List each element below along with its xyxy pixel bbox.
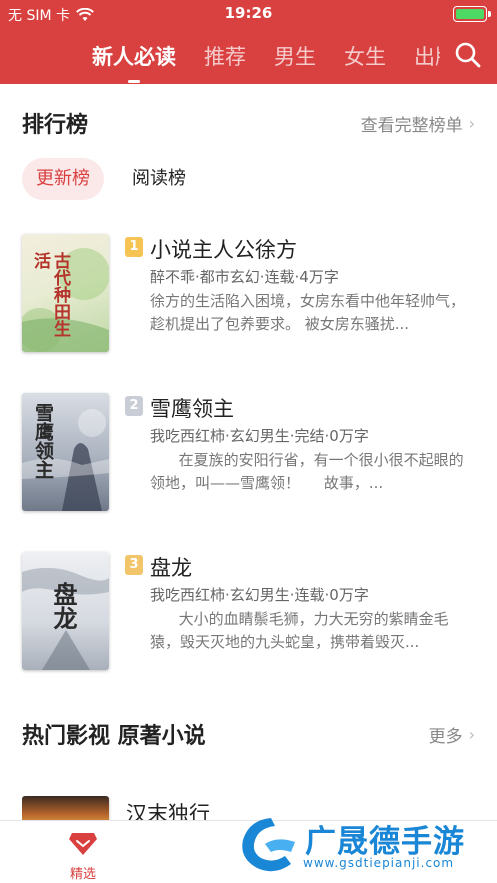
chevron-right-icon: ›: [468, 724, 475, 744]
category-tabs: 新人必读 推荐 男生 女生 出版: [92, 28, 440, 84]
film-more-link[interactable]: 更多 ›: [429, 722, 475, 747]
view-full-ranking-label: 查看完整榜单: [360, 115, 463, 136]
cover-title: 雪鹰领主: [32, 403, 54, 479]
rank-badge: 3: [125, 555, 143, 575]
film-header: 热门影视 原著小说 更多 ›: [22, 714, 475, 754]
book-description: 大小的血睛鬃毛狮，力大无穷的紫睛金毛猿，毁天灭地的九头蛇皇，携带着毁灭...: [150, 610, 449, 651]
book-meta: 我吃西红柿·玄幻男生·完结·0万字: [150, 427, 369, 445]
book-cover[interactable]: 盘龙: [22, 552, 109, 670]
tab-female[interactable]: 女生: [344, 41, 386, 71]
book-cover[interactable]: 古代种田生活: [22, 234, 109, 352]
watermark-name: 广晟德手游: [305, 824, 465, 860]
gem-icon: [69, 833, 97, 855]
ranking-chips: 更新榜 阅读榜: [22, 158, 200, 200]
book-meta: 醉不乖·都市玄幻·连载·4万字: [150, 268, 339, 286]
view-full-ranking-link[interactable]: 查看完整榜单 ›: [361, 111, 475, 136]
tab-publish[interactable]: 出版: [414, 41, 440, 71]
battery-icon: [453, 6, 491, 22]
book-cover[interactable]: 雪鹰领主: [22, 393, 109, 511]
status-time: 19:26: [224, 4, 273, 22]
tab-newbie[interactable]: 新人必读: [92, 41, 176, 83]
tab-featured[interactable]: 精选: [50, 829, 116, 882]
cover-title: 盘龙: [49, 582, 78, 630]
battery-level: [456, 9, 484, 19]
book-title: 雪鹰领主: [150, 397, 234, 421]
book-item[interactable]: 古代种田生活 1 小说主人公徐方 醉不乖·都市玄幻·连载·4万字 徐方的生活陷入…: [22, 234, 477, 352]
search-icon[interactable]: [453, 40, 483, 70]
film-title: 热门影视 原著小说: [22, 724, 206, 749]
watermark: 广晟德手游 www.gsdtiepianji.com: [233, 808, 497, 883]
chip-read-ranking[interactable]: 阅读榜: [118, 158, 200, 200]
book-meta: 我吃西红柿·玄幻男生·连载·0万字: [150, 586, 369, 604]
tab-male[interactable]: 男生: [274, 41, 316, 71]
watermark-url: www.gsdtiepianji.com: [303, 856, 455, 870]
rank-badge: 1: [125, 237, 143, 257]
book-title: 盘龙: [150, 556, 192, 580]
ranking-title: 排行榜: [22, 113, 89, 138]
book-item[interactable]: 盘龙 3 盘龙 我吃西红柿·玄幻男生·连载·0万字 大小的血睛鬃毛狮，力大无穷的…: [22, 552, 477, 670]
tab-featured-label: 精选: [69, 867, 96, 882]
chevron-right-icon: ›: [468, 113, 475, 133]
ranking-header: 排行榜 查看完整榜单 ›: [22, 103, 475, 143]
book-description: 在夏族的安阳行省，有一个很小很不起眼的领地，叫——雪鹰领！ 故事，...: [150, 451, 464, 492]
book-title: 小说主人公徐方: [150, 238, 297, 262]
film-more-label: 更多: [428, 726, 463, 747]
book-item[interactable]: 雪鹰领主 2 雪鹰领主 我吃西红柿·玄幻男生·完结·0万字 在夏族的安阳行省，有…: [22, 393, 477, 511]
rank-badge: 2: [125, 396, 143, 416]
status-bar: 无 SIM 卡 19:26: [0, 0, 497, 28]
book-description: 徐方的生活陷入困境，女房东看中他年轻帅气，趁机提出了包养要求。 被女房东骚扰..…: [150, 292, 466, 333]
watermark-logo-icon: [242, 818, 295, 872]
cover-title: 古代种田生活: [30, 252, 70, 337]
top-nav: 新人必读 推荐 男生 女生 出版: [0, 28, 497, 84]
chip-update-ranking[interactable]: 更新榜: [22, 158, 104, 200]
tab-recommend[interactable]: 推荐: [204, 41, 246, 71]
